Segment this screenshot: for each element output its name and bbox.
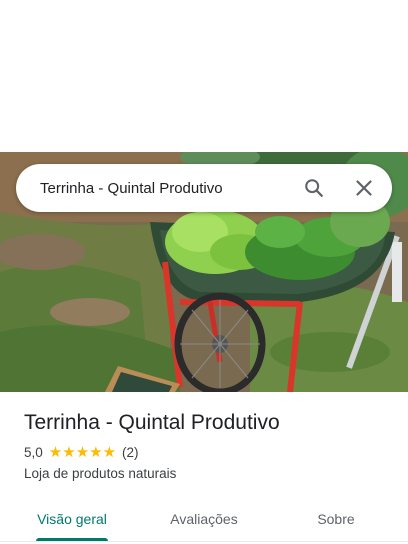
place-category: Loja de produtos naturais [24,466,177,481]
rating-stars: ★ ★ ★ ★ ★ [49,445,116,460]
search-icon[interactable] [294,168,334,208]
tabs-divider [0,541,408,542]
star-icon: ★ [75,443,90,461]
tab-reviews[interactable]: Avaliações [152,496,256,542]
close-icon[interactable] [344,168,384,208]
star-icon: ★ [102,443,117,461]
review-count[interactable]: (2) [122,445,139,460]
tab-about[interactable]: Sobre [284,496,388,542]
place-info-panel: Terrinha - Quintal Produtivo 5,0 ★ ★ ★ ★… [0,392,408,544]
tab-overview[interactable]: Visão geral [20,496,124,542]
search-input[interactable]: Terrinha - Quintal Produtivo [16,180,294,197]
search-bar[interactable]: Terrinha - Quintal Produtivo [16,164,392,212]
rating-value: 5,0 [24,445,43,460]
star-icon: ★ [89,443,103,461]
star-icon: ★ [62,443,76,461]
rating-row[interactable]: 5,0 ★ ★ ★ ★ ★ (2) [24,445,139,461]
star-icon: ★ [48,443,63,461]
tab-bar: Visão geral Avaliações Sobre [0,496,408,544]
place-title: Terrinha - Quintal Produtivo [24,411,280,434]
map-blank-area [0,0,408,152]
